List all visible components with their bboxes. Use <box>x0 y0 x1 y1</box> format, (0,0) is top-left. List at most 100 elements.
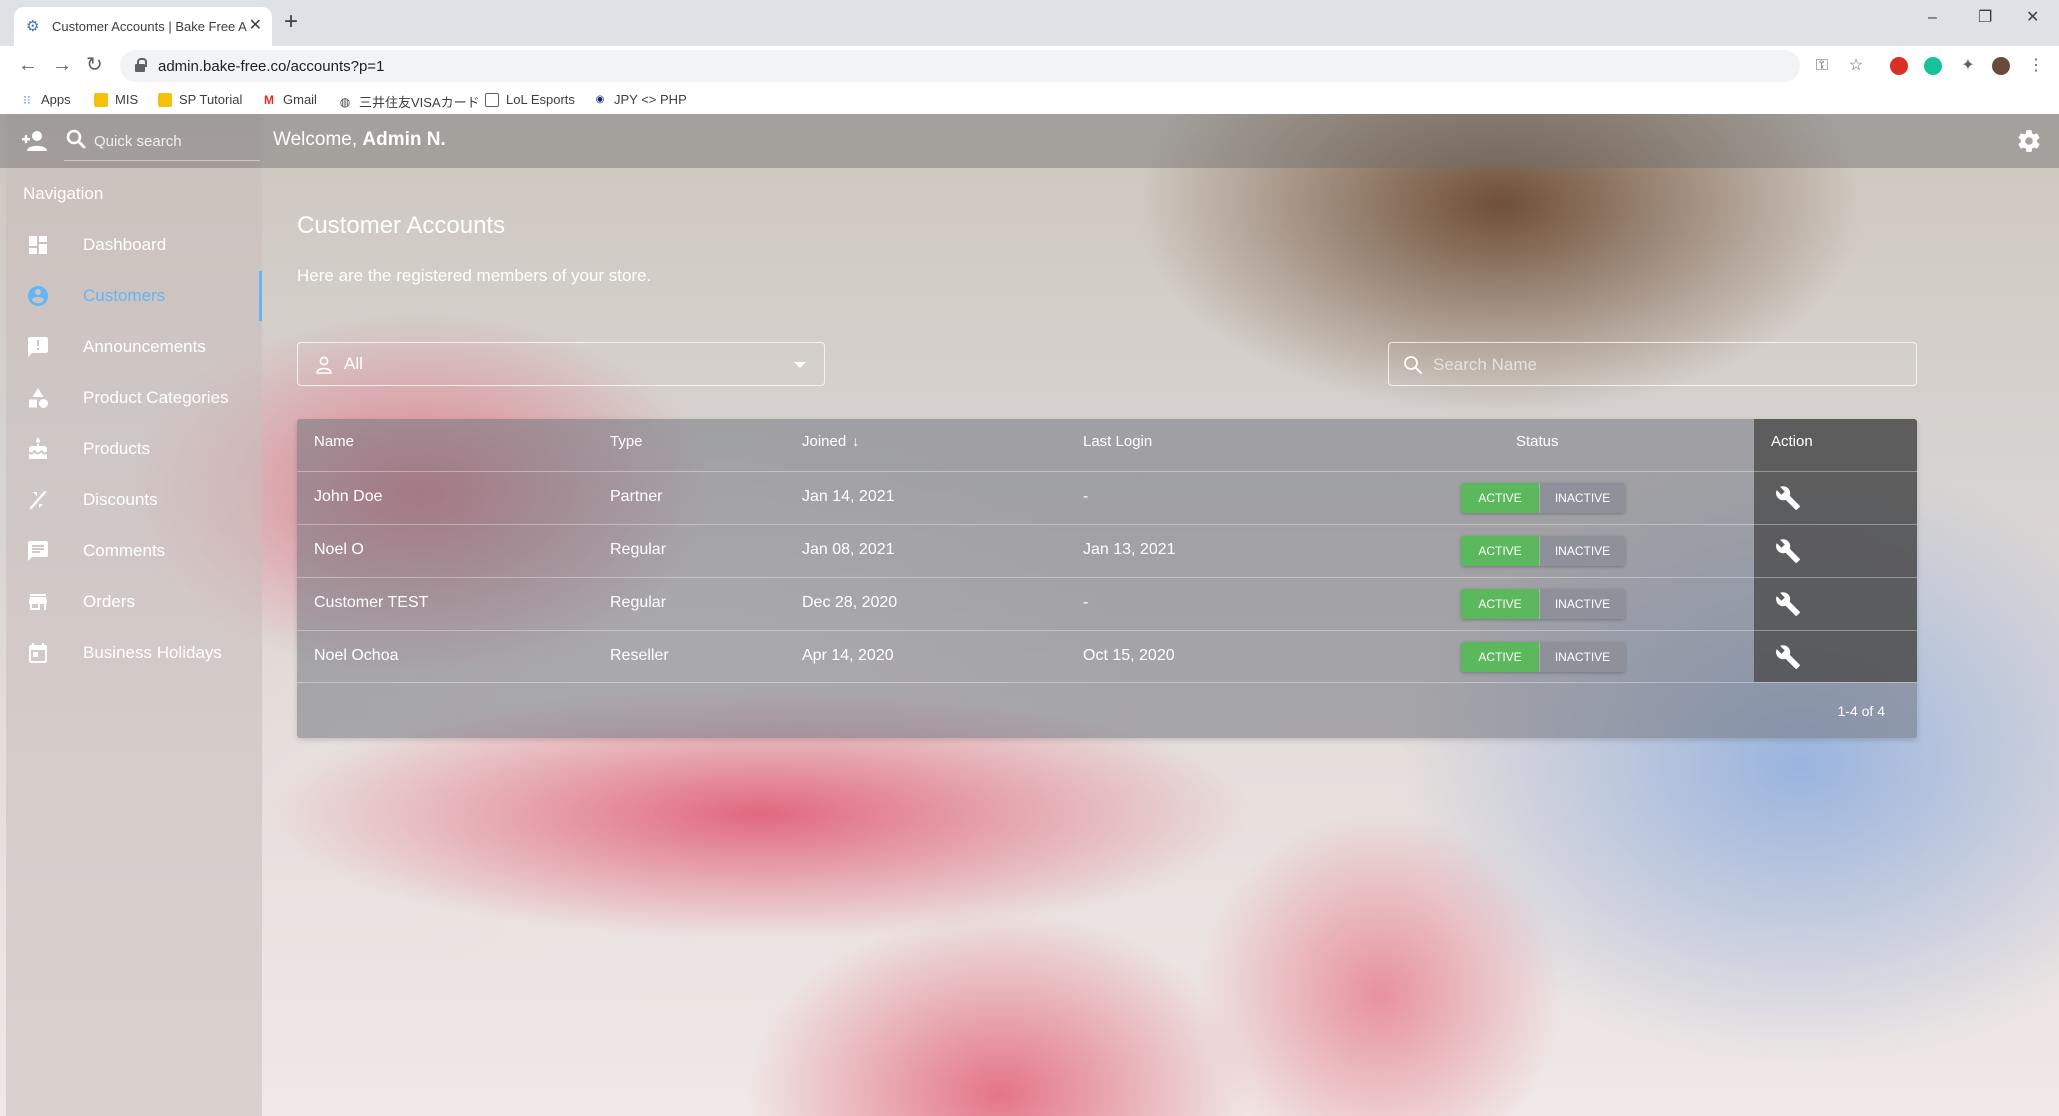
comment-icon <box>28 541 48 561</box>
welcome-user: Admin N. <box>362 129 446 150</box>
currency-icon: ◉ <box>595 93 605 105</box>
sidebar-item-customers[interactable]: Customers <box>6 271 262 321</box>
status-toggle: ACTIVE INACTIVE <box>1461 642 1625 672</box>
cell-joined: Jan 14, 2021 <box>802 488 895 505</box>
select-value: All <box>344 354 363 373</box>
quick-search-input[interactable] <box>94 127 254 155</box>
bookmark-apps[interactable]: ⁝⁝ Apps <box>20 92 71 107</box>
wrench-icon[interactable] <box>1775 591 1801 617</box>
wrench-icon[interactable] <box>1775 485 1801 511</box>
status-toggle: ACTIVE INACTIVE <box>1461 536 1625 566</box>
cell-name: Customer TEST <box>314 594 429 611</box>
cell-type: Regular <box>610 541 667 558</box>
sidebar-item-label: Business Holidays <box>83 643 222 662</box>
close-tab-icon[interactable]: ✕ <box>249 18 262 34</box>
cell-last-login: Jan 13, 2021 <box>1083 541 1176 558</box>
bookmark-mis[interactable]: MIS <box>94 92 138 107</box>
new-tab-icon[interactable]: + <box>284 10 298 34</box>
sidebar-item-dashboard[interactable]: Dashboard <box>6 220 262 270</box>
store-icon <box>29 594 47 610</box>
star-bookmark-icon[interactable]: ☆ <box>1846 56 1866 76</box>
sidebar-item-label: Dashboard <box>83 235 167 254</box>
sidebar-item-orders[interactable]: Orders <box>6 577 262 627</box>
status-active-button[interactable]: ACTIVE <box>1461 483 1539 513</box>
bookmark-lol-esports[interactable]: LoL Esports <box>485 92 575 107</box>
wrench-icon[interactable] <box>1775 644 1801 670</box>
minimize-icon[interactable]: – <box>1928 10 1937 26</box>
sidebar-item-label: Products <box>83 439 151 458</box>
grammarly-extension-icon[interactable] <box>1924 57 1942 75</box>
apps-grid-icon: ⁝⁝ <box>23 92 31 107</box>
url-text: admin.bake-free.co/accounts?p=1 <box>158 58 385 75</box>
settings-gear-icon[interactable] <box>2016 128 2042 154</box>
cell-type: Partner <box>610 488 663 505</box>
pagination-info: 1-4 of 4 <box>1837 703 1885 719</box>
bookmark-label: SP Tutorial <box>179 92 243 107</box>
bookmark-smbc-visa[interactable]: ◍ 三井住友VISAカード <box>338 92 480 111</box>
customer-type-select[interactable]: All <box>297 342 825 386</box>
page-subtitle: Here are the registered members of your … <box>297 266 652 285</box>
column-header-name[interactable]: Name <box>314 433 354 450</box>
sidebar-item-business-holidays[interactable]: Business Holidays <box>6 628 262 678</box>
column-header-status: Status <box>1516 433 1559 450</box>
bookmark-label: MIS <box>115 92 139 107</box>
back-arrow-icon[interactable]: ← <box>18 54 38 76</box>
bookmark-jpy-php[interactable]: ◉ JPY <> PHP <box>593 92 687 107</box>
page-title: Customer Accounts <box>297 212 506 239</box>
adblock-extension-icon[interactable] <box>1890 57 1908 75</box>
column-header-joined[interactable]: Joined ↓ <box>802 433 859 450</box>
bookmark-label: Apps <box>41 92 71 107</box>
status-active-button[interactable]: ACTIVE <box>1461 642 1539 672</box>
sidebar-item-label: Comments <box>83 541 166 560</box>
account-circle-icon <box>28 286 48 306</box>
site-favicon-icon: ⚙ <box>26 17 40 35</box>
forward-arrow-icon[interactable]: → <box>52 54 72 76</box>
more-vert-icon[interactable]: ⋮ <box>2026 56 2046 76</box>
sidebar-item-comments[interactable]: Comments <box>6 526 262 576</box>
profile-avatar-icon[interactable] <box>1992 57 2010 75</box>
restore-icon[interactable]: ❐ <box>1978 10 1992 26</box>
status-inactive-button[interactable]: INACTIVE <box>1539 483 1625 513</box>
lol-icon <box>485 92 499 107</box>
column-header-type[interactable]: Type <box>610 433 643 450</box>
wrench-icon[interactable] <box>1775 538 1801 564</box>
person-outline-icon <box>316 356 332 374</box>
status-active-button[interactable]: ACTIVE <box>1461 589 1539 619</box>
bookmarks-bar: ⁝⁝ Apps MIS SP Tutorial M Gmail ◍ 三井住友VI… <box>0 86 2059 114</box>
status-active-button[interactable]: ACTIVE <box>1461 536 1539 566</box>
status-inactive-button[interactable]: INACTIVE <box>1539 536 1625 566</box>
key-icon[interactable]: ⚿ <box>1812 56 1832 76</box>
cell-joined: Jan 08, 2021 <box>802 541 895 558</box>
status-inactive-button[interactable]: INACTIVE <box>1539 642 1625 672</box>
sidebar-item-products[interactable]: Products <box>6 424 262 474</box>
bookmark-label: 三井住友VISAカード <box>359 95 480 110</box>
sidebar-item-discounts[interactable]: Discounts <box>6 475 262 525</box>
close-window-icon[interactable]: ✕ <box>2026 10 2039 26</box>
cell-name: Noel O <box>314 541 364 558</box>
tab-strip: ⚙ Customer Accounts | Bake Free A ✕ + – … <box>0 0 2059 46</box>
add-user-icon[interactable] <box>22 130 48 152</box>
bookmark-sp-tutorial[interactable]: SP Tutorial <box>158 92 242 107</box>
sidebar-item-label: Product Categories <box>83 388 229 407</box>
search-name-input[interactable] <box>1433 351 1903 379</box>
address-bar[interactable]: admin.bake-free.co/accounts?p=1 <box>120 50 1800 82</box>
bookmark-gmail[interactable]: M Gmail <box>262 92 317 107</box>
sidebar-item-product-categories[interactable]: Product Categories <box>6 373 262 423</box>
status-toggle: ACTIVE INACTIVE <box>1461 589 1625 619</box>
extensions-puzzle-icon[interactable]: ✦ <box>1958 56 1978 76</box>
gmail-icon: M <box>264 92 274 107</box>
calendar-icon <box>29 643 47 663</box>
status-inactive-button[interactable]: INACTIVE <box>1539 589 1625 619</box>
bookmark-label: LoL Esports <box>506 92 575 107</box>
welcome-prefix: Welcome, <box>273 129 363 150</box>
sidebar-item-label: Orders <box>83 592 135 611</box>
discount-icon <box>29 490 47 510</box>
column-header-last-login[interactable]: Last Login <box>1083 433 1152 450</box>
reload-icon[interactable]: ↻ <box>86 54 103 76</box>
table-footer: 1-4 of 4 <box>297 682 1917 738</box>
browser-toolbar: ← → ↻ admin.bake-free.co/accounts?p=1 ⚿ … <box>0 46 2059 86</box>
browser-tab[interactable]: ⚙ Customer Accounts | Bake Free A ✕ <box>14 7 272 46</box>
column-header-action: Action <box>1771 433 1813 450</box>
cell-last-login: - <box>1083 488 1089 505</box>
sidebar-item-announcements[interactable]: Announcements <box>6 322 262 372</box>
